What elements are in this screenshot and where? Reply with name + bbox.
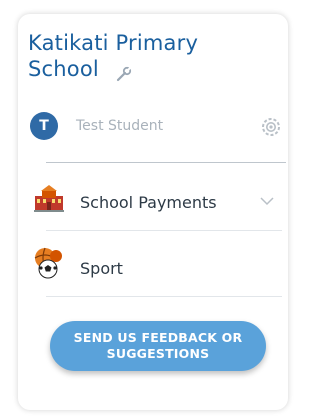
- feedback-button-label: SEND US FEEDBACK OR SUGGESTIONS: [73, 330, 243, 361]
- gear-icon[interactable]: [260, 116, 282, 138]
- divider: [46, 296, 282, 297]
- divider: [46, 230, 282, 231]
- send-feedback-button[interactable]: SEND US FEEDBACK OR SUGGESTIONS: [50, 321, 266, 371]
- divider: [46, 162, 286, 163]
- chevron-down-icon[interactable]: [260, 196, 274, 206]
- menu-item-school-payments[interactable]: School Payments: [30, 182, 282, 222]
- menu-item-sport[interactable]: Sport: [30, 246, 282, 286]
- sport-balls-icon: [34, 247, 62, 279]
- menu-item-label: Sport: [80, 259, 123, 278]
- menu-item-label: School Payments: [80, 193, 217, 212]
- school-title: Katikati Primary School: [28, 30, 248, 82]
- school-name: Katikati Primary School: [28, 31, 199, 81]
- student-name: Test Student: [76, 118, 164, 134]
- school-building-icon: [34, 185, 64, 212]
- student-selector[interactable]: T Test Student: [30, 112, 284, 144]
- wrench-icon[interactable]: [116, 62, 132, 82]
- student-avatar: T: [30, 112, 58, 140]
